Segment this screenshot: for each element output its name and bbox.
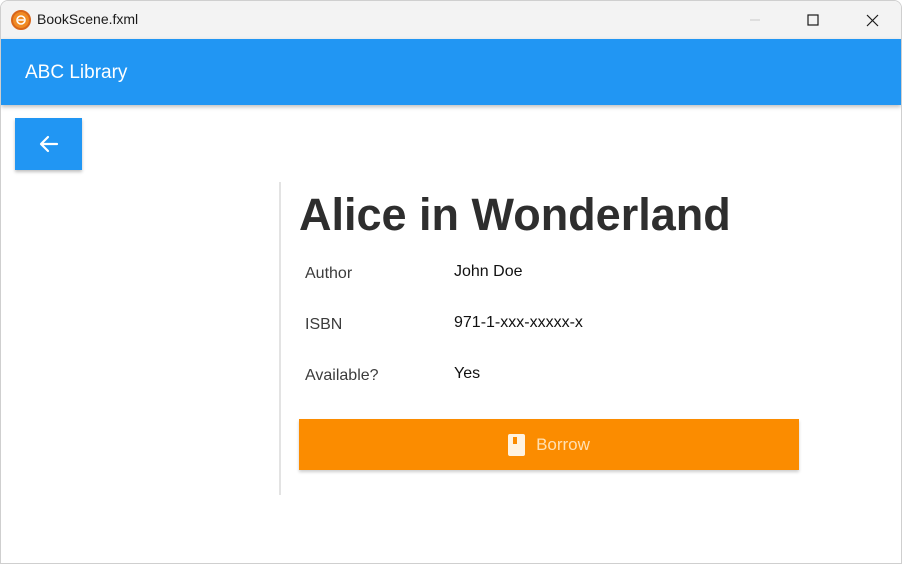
author-value: John Doe	[454, 263, 523, 280]
available-value: Yes	[454, 365, 481, 382]
borrow-button[interactable]: Borrow	[299, 419, 799, 470]
back-button[interactable]	[15, 118, 82, 170]
app-window: BookScene.fxml ABC Library Alice in Wond…	[0, 0, 902, 564]
arrow-left-icon	[39, 135, 58, 153]
window-title: BookScene.fxml	[37, 11, 139, 27]
maximize-button[interactable]	[784, 1, 842, 39]
close-button[interactable]	[843, 1, 901, 39]
maximize-icon	[807, 14, 819, 26]
book-icon	[508, 433, 526, 456]
app-title: ABC Library	[25, 62, 128, 83]
isbn-value: 971-1-xxx-xxxxx-x	[454, 314, 583, 331]
isbn-label: ISBN	[305, 316, 343, 333]
vertical-divider	[279, 182, 281, 495]
book-title: Alice in Wonderland	[299, 189, 731, 240]
available-label: Available?	[305, 367, 379, 384]
app-bar: ABC Library	[1, 39, 901, 105]
minimize-icon	[750, 19, 760, 21]
app-logo-icon	[11, 10, 31, 30]
author-label: Author	[305, 265, 353, 282]
close-icon	[866, 14, 878, 26]
minimize-button[interactable]	[726, 1, 784, 39]
title-bar: BookScene.fxml	[1, 1, 901, 39]
borrow-button-label: Borrow	[536, 434, 590, 454]
